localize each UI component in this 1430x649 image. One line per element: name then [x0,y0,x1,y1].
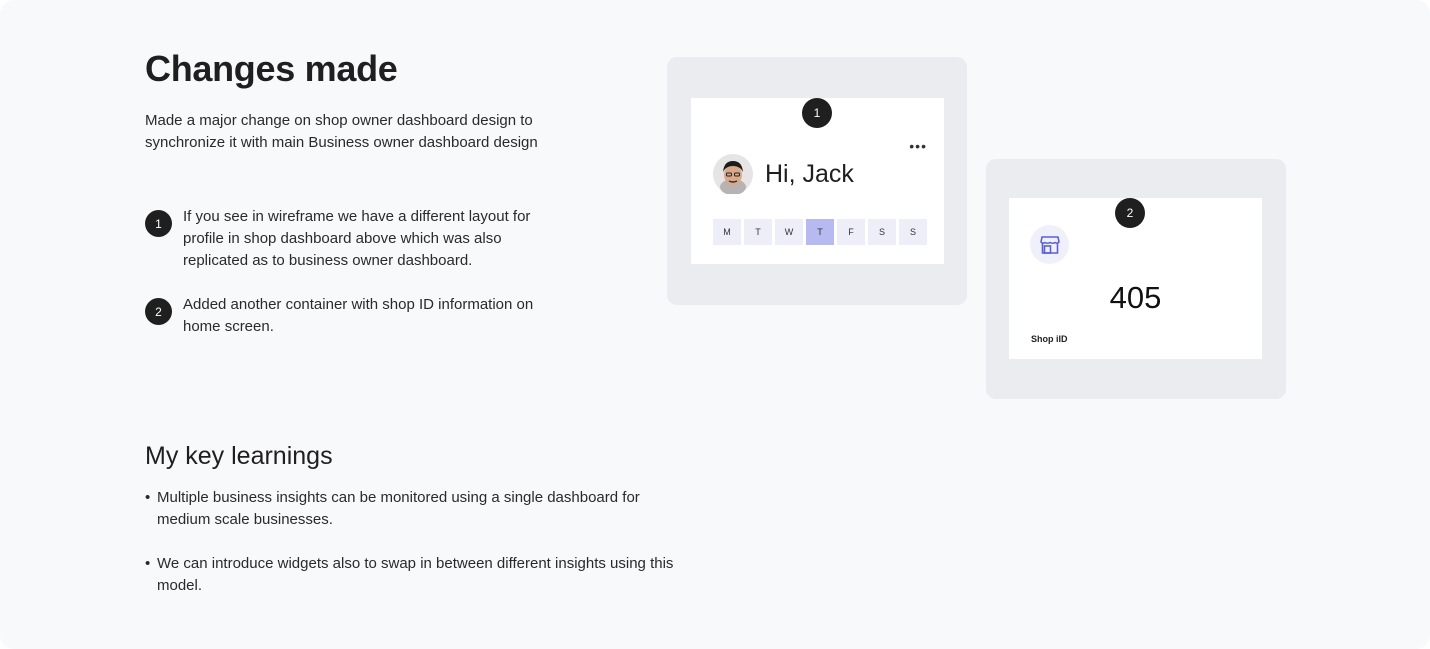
greeting: Hi, Jack [765,160,854,188]
shop-card-frame: 2 405 Shop iID [986,159,1286,399]
day-button[interactable]: T [744,219,772,245]
change-item-1: 1 If you see in wireframe we have a diff… [145,208,563,272]
number-badge: 1 [145,210,172,237]
weekday-selector: M T W T F S S [713,219,930,245]
bullet: • [145,555,151,572]
shop-id-label: Shop iID [1031,334,1068,344]
profile-card: 1 ••• Hi, Jack M T W T F S S [691,98,944,264]
day-button[interactable]: W [775,219,803,245]
avatar [713,154,753,194]
number-badge: 2 [145,298,172,325]
day-button[interactable]: F [837,219,865,245]
learning-text: Multiple business insights can be monito… [157,489,640,528]
store-icon [1030,225,1069,264]
day-button[interactable]: S [899,219,927,245]
changes-intro: Made a major change on shop owner dashbo… [145,112,538,151]
change-text: If you see in wireframe we have a differ… [183,208,531,269]
learning-item-1: • Multiple business insights can be moni… [145,487,682,531]
bullet: • [145,489,151,506]
page-title: Changes made [145,48,398,89]
number-badge: 2 [1115,198,1145,228]
day-button[interactable]: M [713,219,741,245]
shop-card: 2 405 Shop iID [1009,198,1262,359]
day-button-active[interactable]: T [806,219,834,245]
learning-text: We can introduce widgets also to swap in… [157,555,674,594]
more-horizontal-icon[interactable]: ••• [909,138,927,154]
page: Changes made Made a major change on shop… [0,0,1430,649]
number-badge: 1 [802,98,832,128]
change-item-2: 2 Added another container with shop ID i… [145,296,563,338]
shop-id-value: 405 [1109,280,1162,315]
learnings-title: My key learnings [145,442,333,470]
change-text: Added another container with shop ID inf… [183,296,534,335]
day-button[interactable]: S [868,219,896,245]
profile-card-frame: 1 ••• Hi, Jack M T W T F S S [667,57,967,305]
learning-item-2: • We can introduce widgets also to swap … [145,553,682,597]
